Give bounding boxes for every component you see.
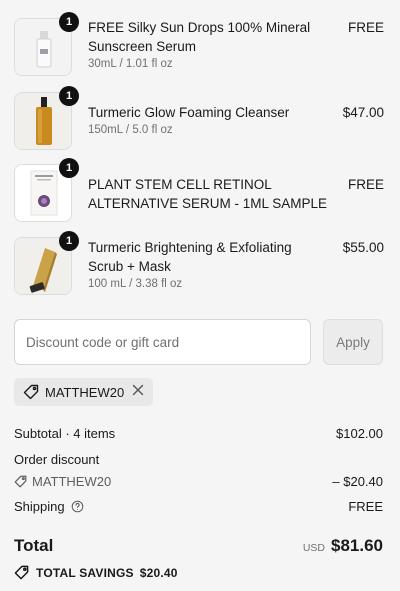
- savings-value: $20.40: [139, 565, 178, 580]
- product-price: FREE: [347, 20, 384, 35]
- product-price: $55.00: [342, 240, 384, 255]
- currency-code: USD: [302, 542, 325, 554]
- product-variant: 150mL / 5.0 fl oz: [88, 124, 173, 136]
- product-variant: 30mL / 1.01 fl oz: [88, 58, 173, 70]
- discount-code-name: MATTHEW20: [32, 474, 112, 489]
- discount-value: – $20.40: [332, 474, 383, 489]
- discount-code-input[interactable]: [14, 319, 311, 365]
- tag-icon: [14, 565, 29, 580]
- total-row: Total USD $81.60: [14, 536, 383, 556]
- shipping-label: Shipping: [14, 499, 65, 514]
- product-price: FREE: [347, 177, 384, 192]
- product-image: 1: [14, 231, 79, 295]
- total-savings: TOTAL SAVINGS $20.40: [14, 565, 178, 580]
- tag-icon: [14, 475, 27, 488]
- quantity-badge: 1: [59, 86, 79, 106]
- tag-icon: [23, 384, 39, 400]
- product-variant: 100 mL / 3.38 fl oz: [88, 278, 183, 290]
- product-image: 1: [14, 86, 79, 150]
- subtotal-row: Subtotal · 4 items $102.00: [14, 426, 383, 441]
- cart-item: 1 Turmeric Brightening & Exfoliating Scr…: [14, 231, 384, 295]
- discount-code-line: MATTHEW20: [14, 474, 111, 489]
- cart-item: 1 Turmeric Glow Foaming Cleanser 150mL /…: [14, 86, 384, 150]
- total-amount: USD $81.60: [303, 536, 383, 556]
- product-name: PLANT STEM CELL RETINOL ALTERNATIVE SERU…: [88, 177, 328, 211]
- product-image: 1: [14, 158, 79, 222]
- product-name: Turmeric Glow Foaming Cleanser: [88, 105, 290, 120]
- discount-code-label: MATTHEW20: [45, 384, 125, 400]
- product-name: FREE Silky Sun Drops 100% Mineral Sunscr…: [88, 20, 311, 54]
- subtotal-value: $102.00: [336, 426, 383, 441]
- shipping-row: Shipping FREE: [14, 499, 383, 514]
- order-discount-row: Order discount: [14, 452, 383, 467]
- apply-discount-button[interactable]: Apply: [323, 319, 383, 365]
- order-discount-label: Order discount: [14, 452, 100, 467]
- cart-item: 1 FREE Silky Sun Drops 100% Mineral Suns…: [14, 12, 384, 76]
- discount-code-row: MATTHEW20 – $20.40: [14, 474, 383, 489]
- shipping-value: FREE: [348, 499, 383, 514]
- total-label: Total: [14, 536, 54, 555]
- quantity-badge: 1: [59, 231, 79, 251]
- product-price: $47.00: [342, 105, 384, 120]
- help-circle-icon[interactable]: [71, 500, 84, 513]
- product-image: 1: [14, 12, 79, 76]
- close-icon[interactable]: [132, 384, 144, 400]
- total-value: $81.60: [331, 536, 383, 555]
- quantity-badge: 1: [59, 158, 79, 178]
- shipping-label-group: Shipping: [14, 499, 84, 514]
- product-name: Turmeric Brightening & Exfoliating Scrub…: [88, 240, 292, 274]
- savings-label: TOTAL SAVINGS: [36, 565, 134, 580]
- subtotal-label: Subtotal · 4 items: [14, 426, 116, 441]
- cart-item: 1 PLANT STEM CELL RETINOL ALTERNATIVE SE…: [14, 158, 384, 222]
- quantity-badge: 1: [59, 12, 79, 32]
- applied-discount-chip: MATTHEW20: [14, 378, 154, 406]
